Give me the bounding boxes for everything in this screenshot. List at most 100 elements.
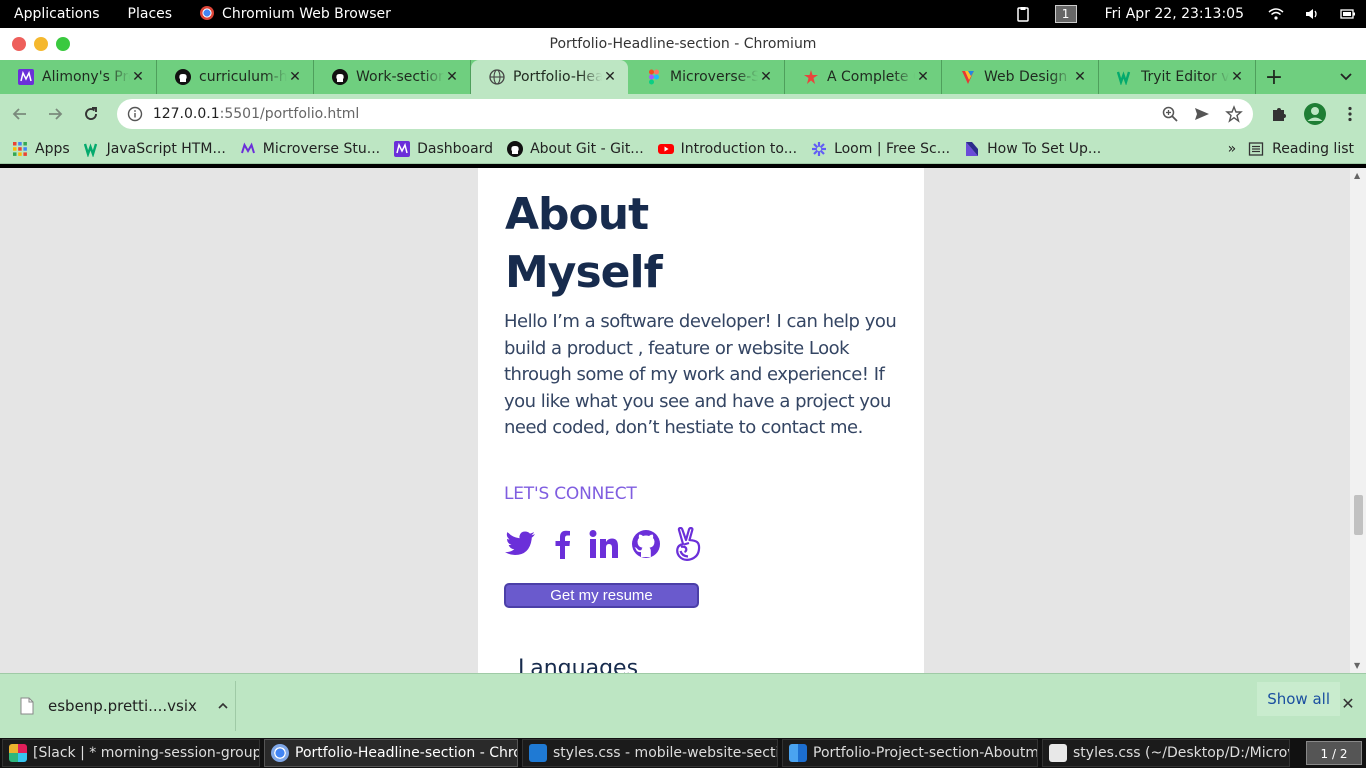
- address-bar[interactable]: 127.0.0.1:5501/portfolio.html: [116, 99, 1254, 129]
- scroll-up-arrow-icon[interactable]: ▲: [1354, 171, 1360, 180]
- browser-menu-button[interactable]: [1334, 98, 1366, 130]
- window-titlebar: Portfolio-Headline-section - Chromium: [0, 28, 1366, 60]
- close-tab-icon[interactable]: ✕: [1072, 69, 1088, 85]
- bookmark-introduction[interactable]: Introduction to...: [657, 140, 798, 157]
- clipboard-icon[interactable]: [1015, 6, 1031, 22]
- arrow-left-icon: [12, 108, 26, 120]
- bookmark-label: JavaScript HTM...: [106, 140, 226, 157]
- bookmark-dashboard[interactable]: Dashboard: [394, 140, 493, 157]
- profile-button[interactable]: [1299, 98, 1331, 130]
- about-paragraph: Hello I’m a software developer! I can he…: [504, 311, 897, 438]
- twitter-icon[interactable]: [504, 526, 536, 562]
- reload-button[interactable]: [75, 98, 107, 130]
- taskbar-item-label: Portfolio-Project-section-Aboutme: [813, 745, 1038, 761]
- extensions-button[interactable]: [1263, 98, 1295, 130]
- facebook-icon[interactable]: [546, 526, 578, 562]
- close-tab-icon[interactable]: ✕: [915, 69, 931, 85]
- tab-portfolio-headline[interactable]: Portfolio-Hea ✕: [471, 60, 628, 94]
- forward-button[interactable]: [40, 98, 72, 130]
- close-tab-icon[interactable]: ✕: [758, 69, 774, 85]
- star-icon: [804, 70, 818, 84]
- languages-heading: Languages: [518, 656, 639, 673]
- places-menu[interactable]: Places: [114, 6, 187, 22]
- send-icon[interactable]: [1193, 105, 1211, 123]
- maximize-window-button[interactable]: [56, 37, 70, 51]
- minimize-window-button[interactable]: [34, 37, 48, 51]
- apps-grid-icon: [13, 141, 27, 156]
- close-tab-icon[interactable]: ✕: [602, 69, 618, 85]
- url-path: :5501/portfolio.html: [219, 106, 360, 122]
- youtube-icon: [657, 143, 674, 154]
- microverse-icon: [18, 69, 34, 85]
- github-icon: [507, 140, 524, 157]
- active-app-indicator[interactable]: Chromium Web Browser: [186, 6, 405, 22]
- bookmark-javascript[interactable]: JavaScript HTM...: [83, 140, 226, 157]
- scrollbar-thumb[interactable]: [1354, 495, 1363, 535]
- workspace-indicator[interactable]: 1: [1054, 5, 1077, 23]
- taskbar-item-label: styles.css (~/Desktop/D:/Microvers...: [1073, 745, 1289, 761]
- bookmark-label: How To Set Up...: [987, 140, 1102, 157]
- bookmark-about-git[interactable]: About Git - Git...: [507, 140, 644, 157]
- tab-alimony[interactable]: Alimony's Pro ✕: [0, 60, 157, 94]
- taskbar-item-label: styles.css - mobile-website-section ...: [553, 745, 777, 761]
- close-tab-icon[interactable]: ✕: [444, 69, 460, 85]
- page-scrollbar[interactable]: ▲ ▼: [1350, 168, 1366, 673]
- zoom-icon[interactable]: [1161, 105, 1179, 123]
- angellist-icon[interactable]: [672, 526, 704, 562]
- volume-icon[interactable]: [1304, 6, 1320, 22]
- reading-list-button[interactable]: Reading list: [1248, 141, 1354, 157]
- close-tab-icon[interactable]: ✕: [287, 69, 303, 85]
- close-icon[interactable]: ✕: [1338, 694, 1358, 714]
- github-icon: [175, 69, 191, 85]
- taskbar-item-file-manager[interactable]: Portfolio-Project-section-Aboutme: [782, 739, 1038, 767]
- get-resume-button[interactable]: Get my resume: [504, 583, 699, 608]
- taskbar-item-label: Portfolio-Headline-section - Chrom...: [295, 745, 517, 761]
- tab-web-design[interactable]: Web Design C ✕: [942, 60, 1099, 94]
- taskbar-item-slack[interactable]: [Slack | * morning-session-group-a...: [2, 739, 260, 767]
- tab-label: Tryit Editor v3: [1141, 69, 1229, 85]
- lets-connect-label: LET'S CONNECT: [504, 484, 637, 504]
- download-item[interactable]: esbenp.pretti....vsix: [0, 681, 236, 731]
- taskbar-item-text-editor[interactable]: styles.css (~/Desktop/D:/Microvers...: [1042, 739, 1290, 767]
- close-tab-icon[interactable]: ✕: [1229, 69, 1245, 85]
- taskbar-item-vscode[interactable]: styles.css - mobile-website-section ...: [522, 739, 778, 767]
- scroll-down-arrow-icon[interactable]: ▼: [1354, 661, 1360, 670]
- globe-icon: [489, 69, 505, 85]
- bookmark-how-to-set-up[interactable]: How To Set Up...: [964, 141, 1101, 157]
- workspace-pager[interactable]: 1 / 2: [1306, 741, 1362, 765]
- loom-icon: [812, 141, 827, 156]
- bookmark-label: About Git - Git...: [530, 140, 644, 157]
- site-info-icon[interactable]: [127, 106, 143, 122]
- tab-complete-guide[interactable]: A Complete G ✕: [785, 60, 942, 94]
- tab-microverse-st[interactable]: Microverse-St ✕: [628, 60, 785, 94]
- clock[interactable]: Fri Apr 22, 23:13:05: [1091, 6, 1258, 22]
- new-tab-button[interactable]: +: [1256, 60, 1292, 94]
- back-button[interactable]: [4, 98, 36, 130]
- bookmark-loom[interactable]: Loom | Free Sc...: [811, 141, 950, 157]
- applications-menu[interactable]: Applications: [0, 6, 114, 22]
- download-file-name: esbenp.pretti....vsix: [48, 697, 197, 715]
- tab-work-section[interactable]: Work-section ✕: [314, 60, 471, 94]
- close-tab-icon[interactable]: ✕: [130, 69, 146, 85]
- bookmark-apps[interactable]: Apps: [12, 141, 70, 157]
- bookmarks-overflow-chevron-icon[interactable]: »: [1228, 141, 1237, 157]
- bookmark-star-icon[interactable]: [1225, 105, 1244, 123]
- bookmark-doc-icon: [966, 141, 979, 156]
- text-editor-icon: [1049, 744, 1067, 762]
- url-host: 127.0.0.1: [152, 106, 220, 122]
- bookmark-microverse-student[interactable]: Microverse Stu...: [240, 141, 380, 157]
- close-window-button[interactable]: [12, 37, 26, 51]
- tab-search-chevron-icon[interactable]: [1338, 68, 1354, 84]
- tab-tryit-editor[interactable]: Tryit Editor v3 ✕: [1099, 60, 1256, 94]
- taskbar-item-chromium[interactable]: Portfolio-Headline-section - Chrom...: [264, 739, 518, 767]
- battery-icon[interactable]: [1340, 6, 1356, 22]
- tab-curriculum[interactable]: curriculum-htm ✕: [157, 60, 314, 94]
- show-all-downloads-button[interactable]: Show all: [1257, 682, 1340, 716]
- reading-list-label: Reading list: [1272, 140, 1354, 157]
- linkedin-icon[interactable]: [588, 526, 620, 562]
- bookmark-label: Apps: [35, 140, 70, 157]
- wifi-icon[interactable]: [1268, 6, 1284, 22]
- bookmark-label: Introduction to...: [680, 140, 798, 157]
- github-icon[interactable]: [630, 526, 662, 562]
- chevron-up-icon[interactable]: [211, 699, 235, 713]
